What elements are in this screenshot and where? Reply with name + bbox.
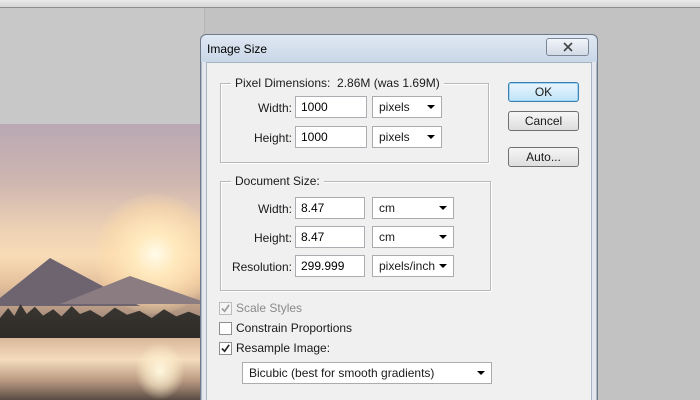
constrain-proportions-label[interactable]: Constrain Proportions [236,321,352,335]
pixel-dimensions-legend: Pixel Dimensions: 2.86M (was 1.69M) [231,76,444,90]
doc-width-unit-value: cm [379,201,395,215]
close-x-icon [562,42,573,52]
chevron-down-icon [439,264,447,268]
cancel-button[interactable]: Cancel [508,111,579,131]
chevron-down-icon [427,135,435,139]
auto-button[interactable]: Auto... [508,147,579,167]
resample-image-option[interactable]: Resample Image: [219,341,330,355]
resample-image-label[interactable]: Resample Image: [236,341,330,355]
scale-styles-option: Scale Styles [219,301,302,315]
dialog-title: Image Size [207,42,268,56]
document-size-group: Document Size: Width: cm Height: cm Reso… [220,174,491,291]
doc-height-unit-select[interactable]: cm [372,226,454,248]
checkmark-icon [221,303,230,312]
constrain-proportions-checkbox[interactable] [219,321,232,335]
pixel-width-input[interactable] [295,96,367,118]
ok-button[interactable]: OK [508,82,579,102]
pixel-width-label: Width: [257,101,292,115]
pixel-dimensions-label: Pixel Dimensions: [235,76,331,90]
photo-sun-reflection [135,342,185,400]
resample-image-checkbox[interactable] [219,341,232,355]
document-size-legend: Document Size: [231,174,324,188]
dialog-titlebar[interactable]: Image Size [201,35,597,62]
pixel-width-unit-value: pixels [379,100,410,114]
doc-height-input[interactable] [295,226,365,248]
scale-styles-checkbox [219,301,232,315]
pixel-dimensions-group: Pixel Dimensions: 2.86M (was 1.69M) Widt… [220,76,489,163]
resample-method-select[interactable]: Bicubic (best for smooth gradients) [242,362,492,384]
doc-width-label: Width: [257,202,292,216]
chevron-down-icon [427,105,435,109]
constrain-proportions-option[interactable]: Constrain Proportions [219,321,352,335]
chevron-down-icon [439,206,447,210]
resolution-label: Resolution: [231,260,292,274]
pixel-height-label: Height: [253,131,292,145]
image-size-dialog: Image Size Pixel Dimensions: 2.86M (was … [200,34,598,400]
app-menu-bar [0,0,700,8]
doc-width-input[interactable] [295,197,365,219]
pixel-width-unit-select[interactable]: pixels [372,96,442,118]
photo-mountain [60,276,205,304]
document-canvas-photo [0,124,205,400]
resolution-unit-select[interactable]: pixels/inch [372,255,454,277]
resolution-unit-value: pixels/inch [379,259,436,273]
pixel-height-unit-value: pixels [379,130,410,144]
close-button[interactable] [546,38,589,56]
chevron-down-icon [477,371,485,375]
pixel-dimensions-summary: 2.86M (was 1.69M) [337,76,440,90]
scale-styles-label: Scale Styles [236,301,303,315]
pixel-height-input[interactable] [295,126,367,148]
dialog-body: Pixel Dimensions: 2.86M (was 1.69M) Widt… [206,62,592,400]
app-workspace [0,8,205,124]
pixel-height-unit-select[interactable]: pixels [372,126,442,148]
doc-height-unit-value: cm [379,230,395,244]
doc-height-label: Height: [253,231,292,245]
resample-method-value: Bicubic (best for smooth gradients) [249,366,435,380]
doc-width-unit-select[interactable]: cm [372,197,454,219]
resolution-input[interactable] [295,255,365,277]
checkmark-icon [221,343,230,352]
chevron-down-icon [439,235,447,239]
